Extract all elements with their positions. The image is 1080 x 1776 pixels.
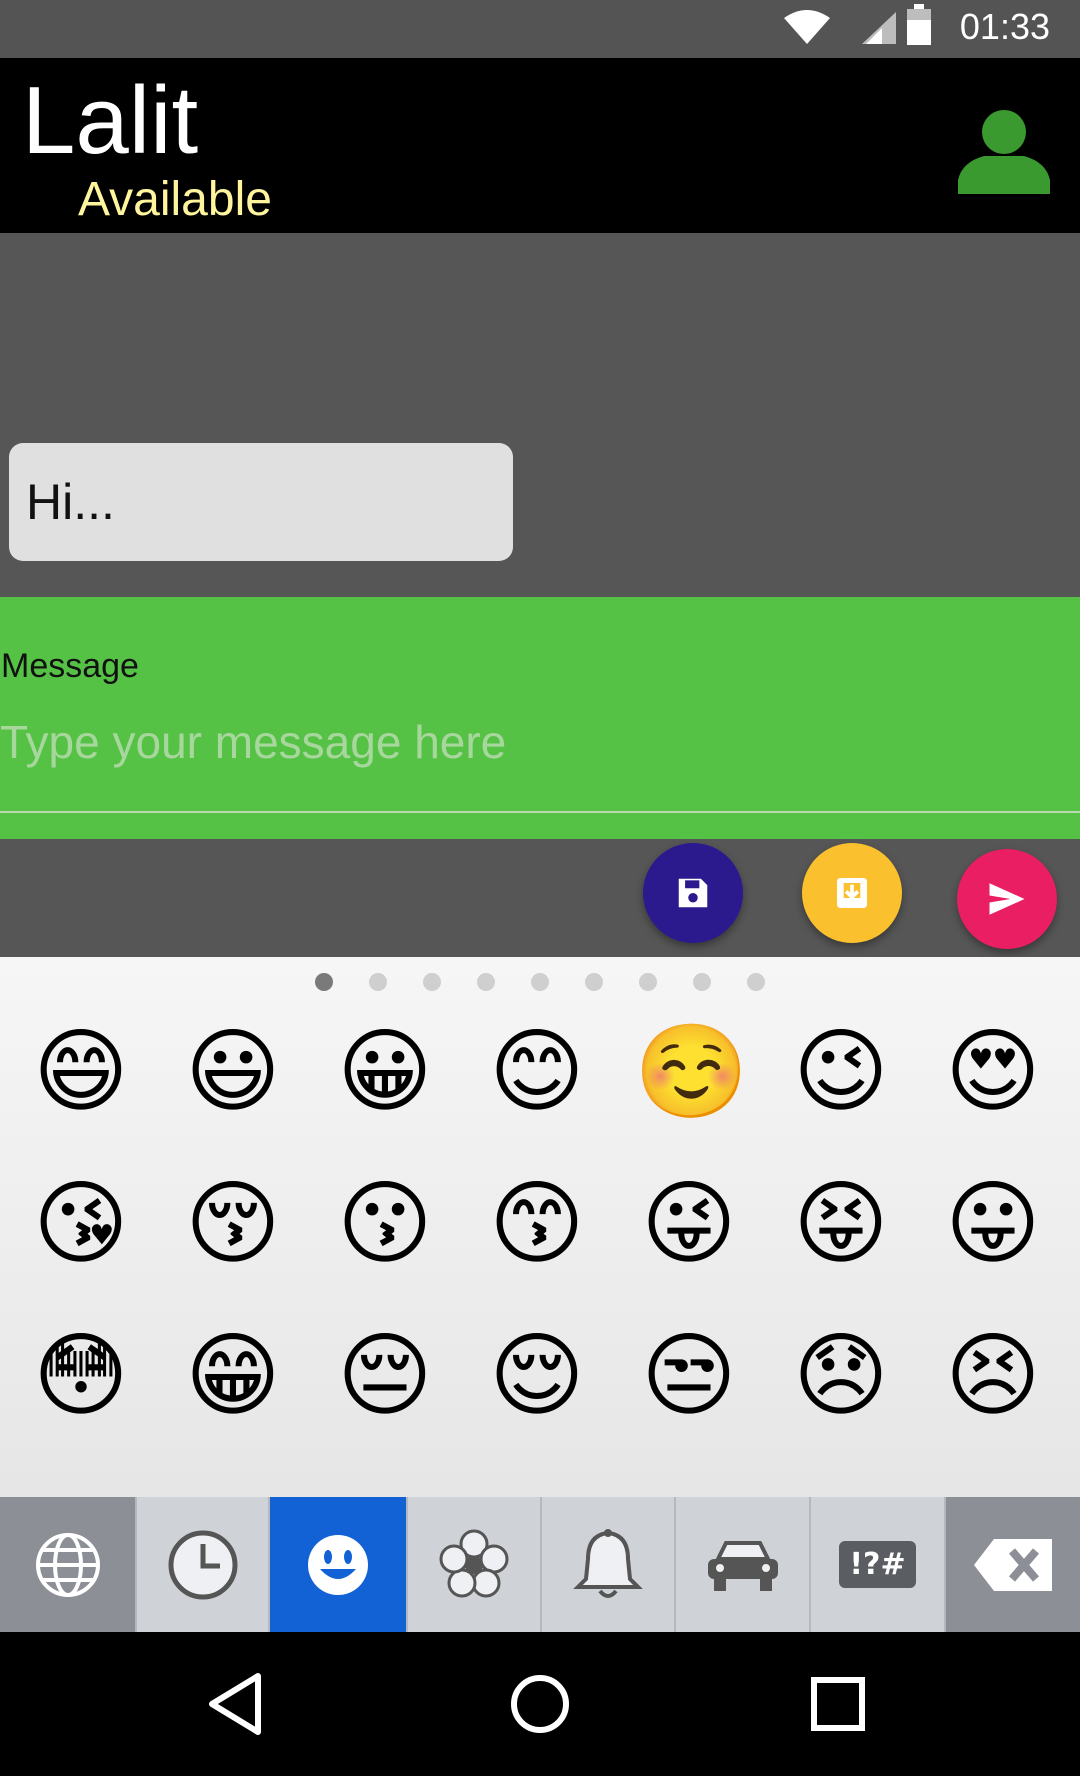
tab-smileys[interactable]: [270, 1497, 408, 1632]
contact-status: Available: [78, 173, 272, 226]
save-button[interactable]: [643, 843, 743, 943]
page-dot[interactable]: [531, 973, 549, 991]
emoji-key[interactable]: 😚: [178, 1169, 288, 1279]
emoji-key[interactable]: 😝: [786, 1169, 896, 1279]
smiley-icon: [308, 1534, 368, 1595]
compose-area: Message: [0, 597, 1080, 839]
globe-icon: [35, 1532, 100, 1597]
page-dot[interactable]: [639, 973, 657, 991]
message-bubble[interactable]: Hi...: [9, 443, 513, 561]
emoji-key[interactable]: 😘: [26, 1169, 136, 1279]
wifi-icon: [784, 10, 830, 44]
car-icon: [707, 1540, 778, 1591]
page-dot[interactable]: [585, 973, 603, 991]
page-dot[interactable]: [369, 973, 387, 991]
backspace-icon: [974, 1538, 1052, 1591]
symbols-icon: !?#: [839, 1541, 916, 1588]
emoji-key[interactable]: 😔: [330, 1321, 440, 1431]
chat-header: Lalit Available: [0, 58, 1080, 233]
page-dot[interactable]: [477, 973, 495, 991]
emoji-page-indicator: [0, 965, 1080, 995]
message-text: Hi...: [26, 474, 115, 530]
tab-nature[interactable]: [408, 1497, 542, 1632]
archive-button[interactable]: [802, 843, 902, 943]
bell-icon: [573, 1528, 643, 1598]
input-underline: [0, 811, 1080, 813]
save-icon: [678, 878, 708, 908]
system-nav-bar: [0, 1632, 1080, 1776]
emoji-key[interactable]: ☺️: [634, 1017, 749, 1127]
page-dot[interactable]: [747, 973, 765, 991]
emoji-key[interactable]: 😍: [938, 1017, 1048, 1127]
page-dot[interactable]: [315, 973, 333, 991]
emoji-key[interactable]: 😄: [26, 1017, 136, 1127]
emoji-keyboard: 😄 😃 😀 😊 ☺️ 😉 😍 😘 😚 😗 😙 😜 😝 😛 😳 😁 😔 😌 😒 😞…: [0, 957, 1080, 1497]
message-label: Message: [1, 647, 139, 685]
flower-icon: [439, 1529, 509, 1597]
home-icon[interactable]: [504, 1668, 576, 1740]
emoji-key[interactable]: 😒: [634, 1321, 744, 1431]
profile-icon[interactable]: [954, 106, 1054, 196]
emoji-key[interactable]: 😃: [178, 1017, 288, 1127]
emoji-key[interactable]: 😉: [786, 1017, 896, 1127]
clock-time: 01:33: [959, 6, 1050, 47]
tab-objects[interactable]: [542, 1497, 676, 1632]
tab-travel[interactable]: [676, 1497, 811, 1632]
emoji-key[interactable]: 😀: [330, 1017, 440, 1127]
tab-globe[interactable]: [0, 1497, 137, 1632]
emoji-key[interactable]: 😁: [178, 1321, 288, 1431]
recents-icon[interactable]: [802, 1668, 874, 1740]
emoji-category-bar: !?#: [0, 1497, 1080, 1632]
emoji-key[interactable]: 😊: [482, 1017, 592, 1127]
back-icon[interactable]: [200, 1668, 272, 1740]
message-list[interactable]: Hi...: [0, 233, 1080, 597]
page-dot[interactable]: [423, 973, 441, 991]
backspace-button[interactable]: [946, 1497, 1080, 1632]
emoji-key[interactable]: 😜: [634, 1169, 744, 1279]
emoji-key[interactable]: 😛: [938, 1169, 1048, 1279]
battery-icon: [907, 4, 931, 45]
emoji-key[interactable]: 😌: [482, 1321, 592, 1431]
contact-name: Lalit: [22, 67, 199, 174]
tab-recent[interactable]: [137, 1497, 270, 1632]
page-dot[interactable]: [693, 973, 711, 991]
send-icon: [989, 883, 1025, 915]
emoji-key[interactable]: 😗: [330, 1169, 440, 1279]
tab-symbols[interactable]: !?#: [811, 1497, 946, 1632]
clock-icon: [168, 1530, 237, 1599]
signal-icon: [862, 12, 896, 44]
emoji-key[interactable]: 😳: [26, 1321, 136, 1431]
action-bar: [0, 839, 1080, 957]
status-bar: 01:33: [0, 0, 1080, 58]
emoji-key[interactable]: 😙: [482, 1169, 592, 1279]
emoji-key[interactable]: 😞: [786, 1321, 896, 1431]
message-input[interactable]: [0, 707, 1078, 777]
send-button[interactable]: [957, 849, 1057, 949]
archive-icon: [837, 878, 867, 908]
emoji-key[interactable]: 😣: [938, 1321, 1048, 1431]
